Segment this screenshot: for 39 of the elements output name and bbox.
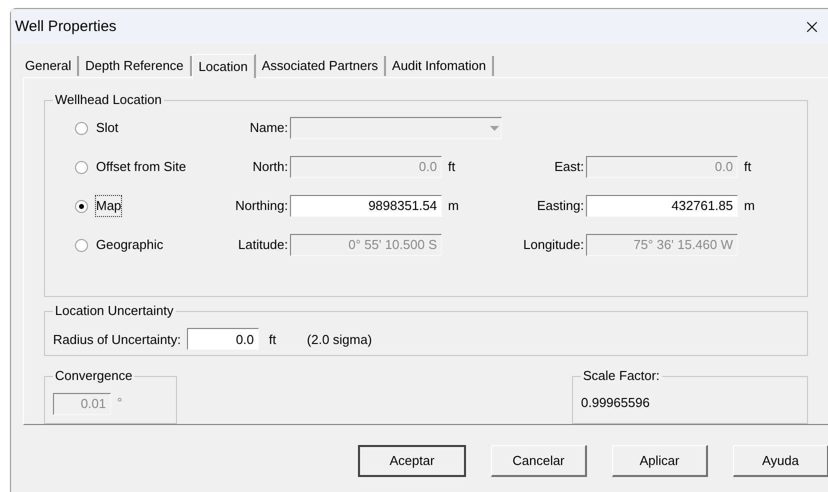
dropdown-arrow-icon — [490, 126, 499, 130]
field-label: Northing: — [234, 197, 289, 216]
radio-label[interactable]: Map — [96, 196, 122, 216]
unit-label: ° — [117, 394, 122, 412]
tab[interactable]: General — [19, 56, 80, 76]
unit-label: m — [743, 197, 756, 216]
window-title: Well Properties — [15, 16, 116, 37]
group-title: Location Uncertainty — [53, 302, 176, 319]
radio-button[interactable] — [75, 122, 88, 134]
radio-label[interactable]: Offset from Site — [96, 157, 186, 177]
unit-label: ft — [743, 158, 752, 176]
field-label: North: — [252, 158, 289, 176]
group-title: Convergence — [53, 368, 134, 384]
sigma-note: (2.0 sigma) — [306, 330, 372, 349]
scale-factor-value: 0.99965596 — [581, 395, 650, 410]
unit-label: ft — [447, 158, 456, 176]
radio-label[interactable]: Geographic — [96, 235, 164, 255]
tab[interactable]: Audit Infomation — [386, 56, 494, 76]
radio-button[interactable] — [75, 160, 88, 174]
field-label: Latitude: — [237, 236, 289, 254]
dialog-button[interactable]: Aceptar — [358, 445, 466, 477]
tab[interactable]: Associated Partners — [256, 56, 386, 76]
text-field[interactable]: 9898351.54 — [290, 195, 442, 217]
field-label: Radius of Uncertainty: — [53, 330, 181, 349]
radio-button[interactable] — [75, 200, 88, 212]
field-label: Name: — [248, 119, 289, 138]
tab[interactable]: Location — [192, 54, 256, 78]
text-field[interactable]: 432761.85 — [586, 195, 738, 217]
dialog-button[interactable]: Ayuda — [733, 445, 828, 477]
radio-label[interactable]: Slot — [96, 118, 118, 138]
field-label: East: — [553, 158, 585, 176]
unit-label: m — [447, 197, 460, 216]
unit-label: ft — [268, 330, 278, 349]
radio-button[interactable] — [75, 238, 88, 252]
text-field[interactable]: 0.0 — [186, 328, 259, 350]
dialog-button[interactable]: Aplicar — [612, 445, 708, 477]
dialog-button[interactable]: Cancelar — [491, 445, 587, 477]
field-label: Longitude: — [522, 236, 585, 254]
field-label: Easting: — [536, 197, 585, 216]
